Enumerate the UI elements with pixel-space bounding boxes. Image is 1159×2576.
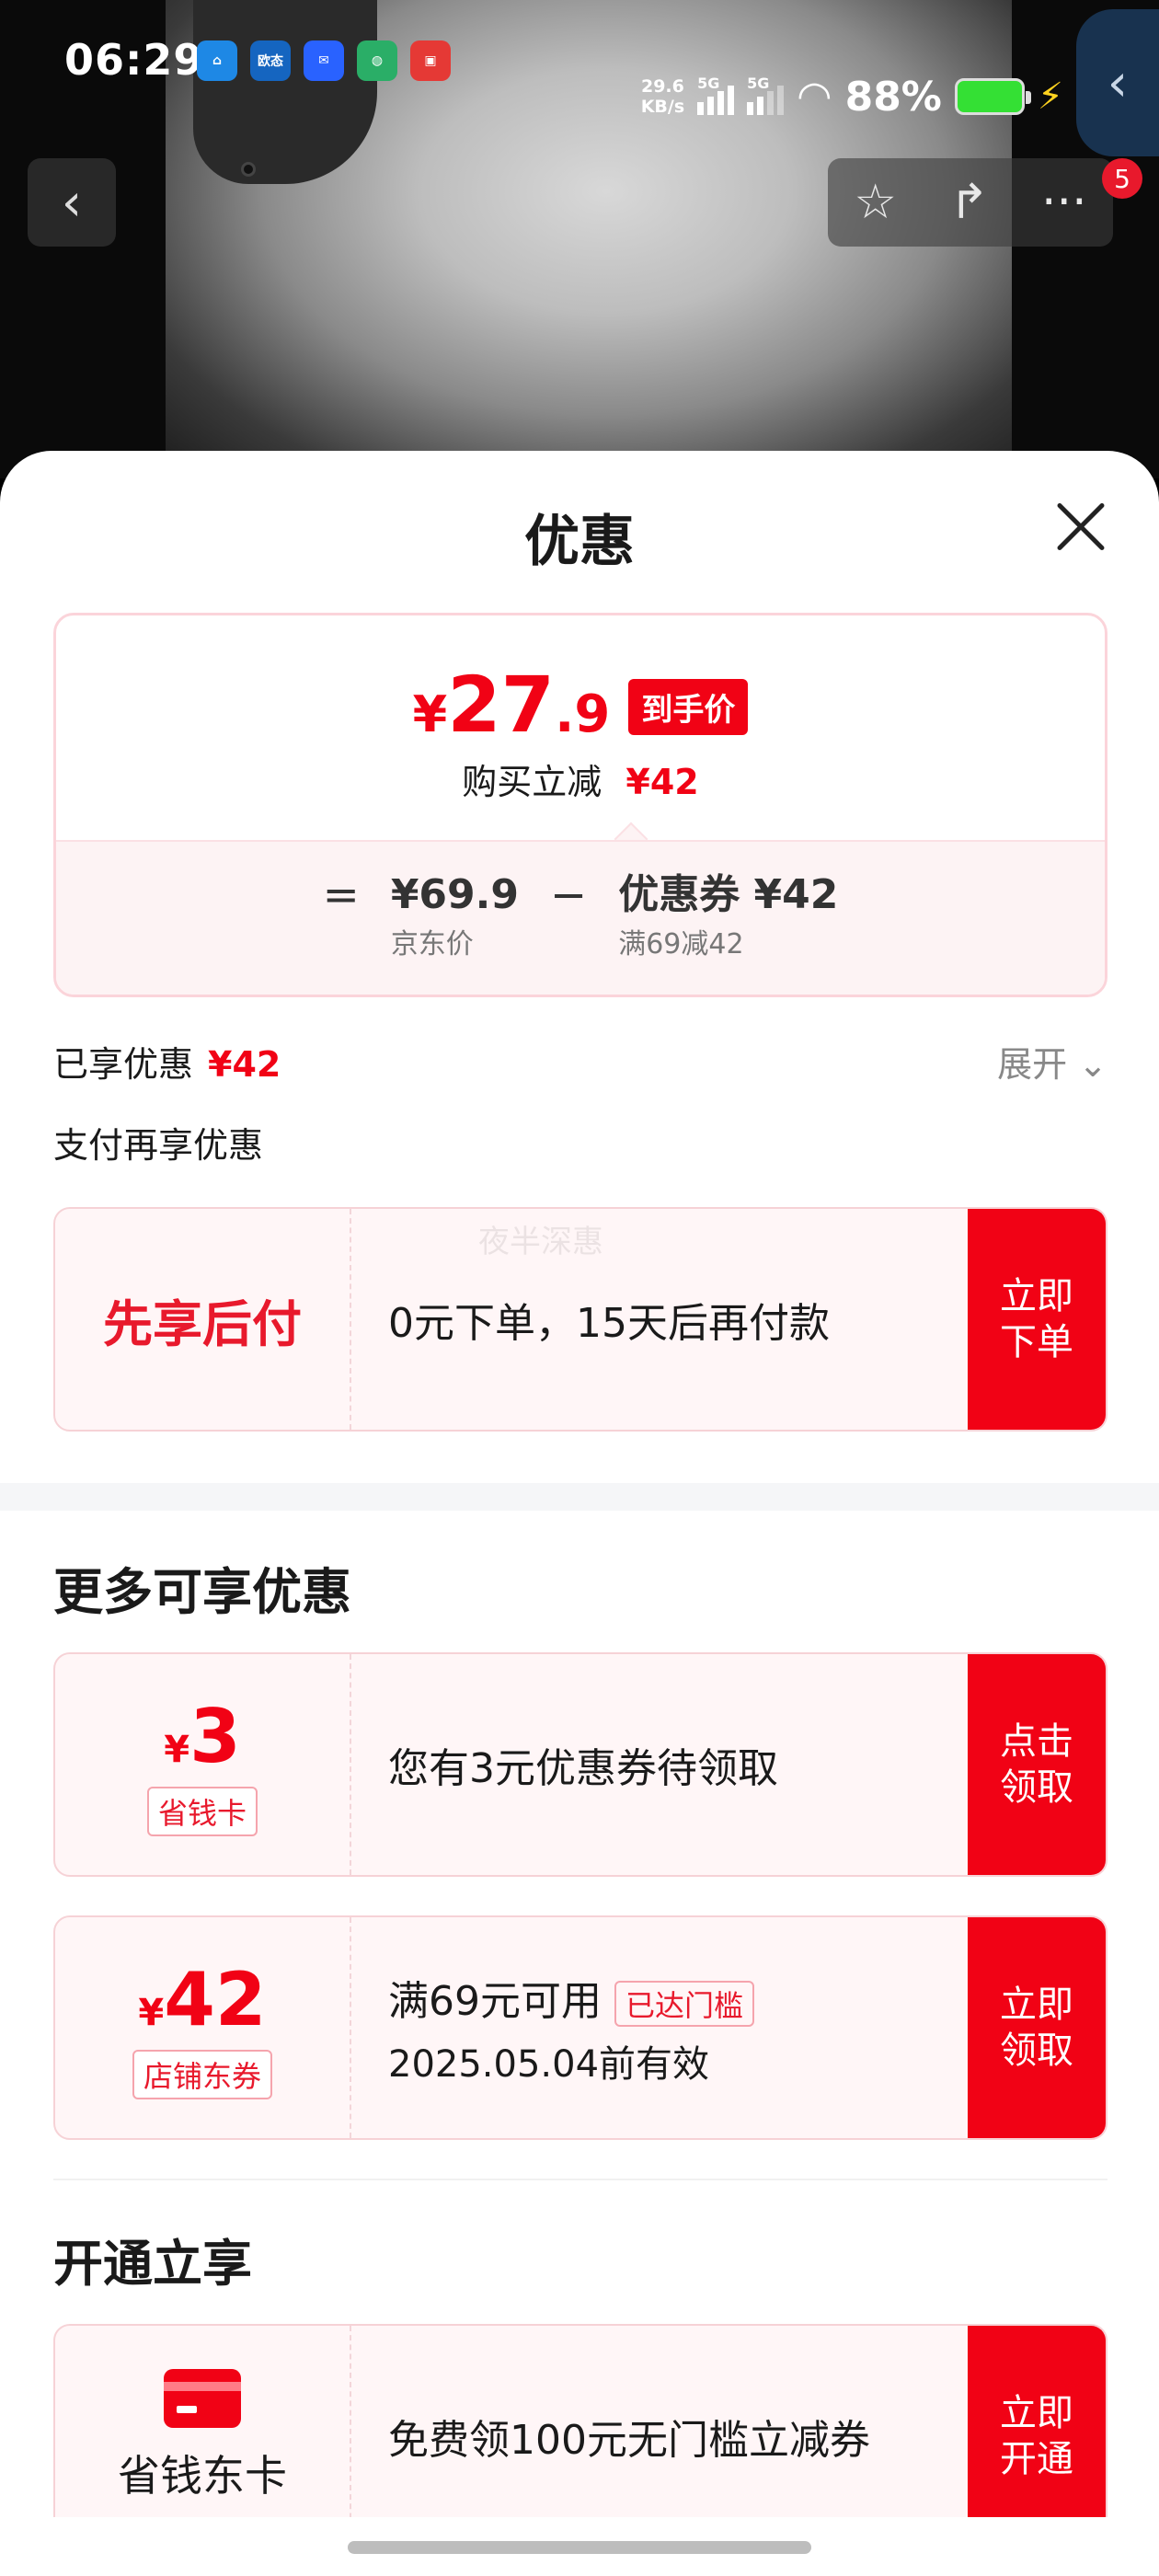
save-jd-card-mid: 免费领100元无门槛立减券 [388, 2326, 1014, 2547]
notification-icons: ⌂ 欧态 ✉ ◍ ▣ [197, 40, 451, 81]
save-jd-card-name: 省钱东卡 [118, 2451, 287, 2501]
equals-sign: = [322, 869, 360, 921]
store-coupon-value: ¥ 42 店铺东券 [55, 1917, 351, 2138]
pay-later-desc: 0元下单，15天后再付款 [388, 1300, 830, 1347]
close-icon[interactable] [1045, 491, 1115, 561]
charging-icon: ⚡ [1037, 75, 1063, 118]
sheet-title: 优惠 [524, 510, 635, 574]
net-speed-unit: KB/s [640, 97, 685, 117]
save-jd-card-row[interactable]: 省钱东卡 免费领100元无门槛立减券 立即开通 [53, 2324, 1107, 2548]
purchase-reduction: 购买立减 ¥42 [56, 753, 1105, 804]
home-app-icon: ⌂ [197, 40, 237, 81]
store-coupon-expiry: 2025.05.04前有效 [388, 2043, 710, 2086]
wifi-icon: ◠ [797, 73, 832, 120]
enjoyed-label: 已享优惠 [53, 1044, 194, 1085]
price-breakdown: = ¥69.9 京东价 − 优惠券 ¥42 满69减42 [56, 840, 1105, 995]
order-now-button[interactable]: 立即下单 [968, 1209, 1106, 1430]
signal-label: 5G [697, 75, 720, 92]
save-jd-card-desc: 免费领100元无门槛立减券 [388, 2417, 870, 2464]
coupon-term-value: 优惠券 ¥42 [618, 871, 839, 918]
wechat-app-icon: ◍ [357, 40, 397, 81]
store-coupon-number: 42 [164, 1956, 267, 2042]
watermark: 夜半深惠 [478, 1224, 603, 1260]
shop-app-icon: ▣ [410, 40, 451, 81]
price-card: ¥ 27 .9 到手价 购买立减 ¥42 = ¥69.9 京东价 − 优惠券 ¥… [53, 613, 1107, 997]
section-divider-thin [53, 2179, 1107, 2180]
reduction-label: 购买立减 [462, 762, 602, 802]
store-coupon-currency: ¥ [138, 1991, 165, 2034]
enjoyed-discount: 已享优惠 ¥42 [53, 1036, 281, 1087]
star-icon[interactable]: ☆ [854, 175, 897, 230]
open-enjoy-title: 开通立享 [53, 2235, 252, 2293]
coupon-term: 优惠券 ¥42 满69减42 [618, 869, 838, 961]
nav-actions: ☆ ↱ ··· [828, 158, 1113, 247]
enjoyed-amount: ¥42 [208, 1044, 281, 1085]
share-icon[interactable]: ↱ [949, 175, 990, 230]
minus-sign: − [550, 869, 588, 921]
final-price-currency: ¥ [412, 685, 448, 743]
save-card-number: 3 [189, 1693, 241, 1779]
ouzhi-app-icon: 欧态 [250, 40, 291, 81]
reduction-amount: ¥42 [625, 762, 699, 802]
claim-save-card-button[interactable]: 点击领取 [968, 1654, 1106, 1875]
status-indicators: 29.6 KB/s 5G 5G ◠ 88% ⚡ ‹ [641, 9, 1159, 156]
pay-more-label: 支付再享优惠 [53, 1125, 264, 1166]
expand-button[interactable]: 展开 ⌄ [997, 1036, 1107, 1087]
price-formula: = ¥69.9 京东价 − 优惠券 ¥42 满69减42 [56, 869, 1105, 961]
pay-later-left: 先享后付 [55, 1209, 351, 1430]
battery-icon [954, 78, 1031, 115]
section-divider [0, 1483, 1159, 1511]
signal-icon-2: 5G [747, 75, 785, 115]
store-coupon-tag: 店铺东券 [132, 2049, 272, 2099]
store-coupon[interactable]: ¥ 42 店铺东券 满69元可用 已达门槛 2025.05.04前有效 立即领取 [53, 1915, 1107, 2140]
final-price-tag: 到手价 [628, 679, 749, 735]
status-bar: 06:29 ⌂ 欧态 ✉ ◍ ▣ 29.6 KB/s 5G 5G ◠ 88% ⚡… [0, 0, 1159, 156]
home-indicator[interactable] [348, 2541, 811, 2554]
net-speed-value: 29.6 [640, 76, 684, 97]
save-card-mid: 您有3元优惠券待领取 [388, 1654, 1014, 1875]
store-coupon-amount: ¥ 42 [138, 1957, 266, 2042]
store-coupon-mid: 满69元可用 已达门槛 2025.05.04前有效 [388, 1917, 1014, 2138]
battery-percent: 88% [844, 73, 942, 121]
chevron-left-icon: ‹ [61, 172, 83, 233]
credit-card-icon [164, 2369, 241, 2428]
signal-label-2: 5G [747, 75, 770, 92]
save-card-tag: 省钱卡 [146, 1786, 258, 1836]
jd-price-value: ¥69.9 [390, 871, 519, 918]
more-icon[interactable]: ··· [1041, 175, 1087, 230]
final-price: ¥ 27 .9 到手价 [56, 660, 1105, 750]
save-card-currency: ¥ [164, 1728, 190, 1771]
final-price-integer: 27 [447, 660, 556, 750]
message-badge: 5 [1102, 158, 1142, 199]
discount-sheet: 优惠 ¥ 27 .9 到手价 购买立减 ¥42 = ¥69.9 京东价 − 优惠… [0, 451, 1159, 2576]
save-card-coupon[interactable]: ¥ 3 省钱卡 您有3元优惠券待领取 点击领取 [53, 1652, 1107, 1877]
jd-price-term: ¥69.9 京东价 [391, 869, 519, 961]
save-jd-card-left: 省钱东卡 [55, 2326, 351, 2547]
store-coupon-desc: 满69元可用 [388, 1978, 602, 2025]
back-button[interactable]: ‹ [28, 158, 116, 247]
save-card-value: ¥ 3 省钱卡 [55, 1654, 351, 1875]
coupon-term-condition: 满69减42 [618, 928, 744, 960]
network-speed: 29.6 KB/s [641, 76, 684, 117]
final-price-decimal: .9 [555, 684, 611, 744]
store-coupon-desc-line: 满69元可用 已达门槛 [388, 1968, 1014, 2027]
save-card-desc: 您有3元优惠券待领取 [388, 1745, 778, 1792]
pay-later-title: 先享后付 [103, 1294, 302, 1353]
more-discounts-title: 更多可享优惠 [53, 1563, 351, 1621]
clock: 06:29 [64, 35, 204, 85]
jd-price-label: 京东价 [390, 928, 474, 960]
open-now-button[interactable]: 立即开通 [968, 2326, 1106, 2547]
save-card-amount: ¥ 3 [164, 1694, 241, 1779]
claim-store-coupon-button[interactable]: 立即领取 [968, 1917, 1106, 2138]
signal-icon: 5G [697, 75, 735, 115]
mail-app-icon: ✉ [304, 40, 344, 81]
side-panel-handle-icon[interactable]: ‹ [1076, 9, 1159, 156]
price-summary: ¥ 27 .9 到手价 购买立减 ¥42 [56, 615, 1105, 840]
model-earring [241, 162, 256, 177]
threshold-reached-tag: 已达门槛 [614, 1981, 755, 2027]
